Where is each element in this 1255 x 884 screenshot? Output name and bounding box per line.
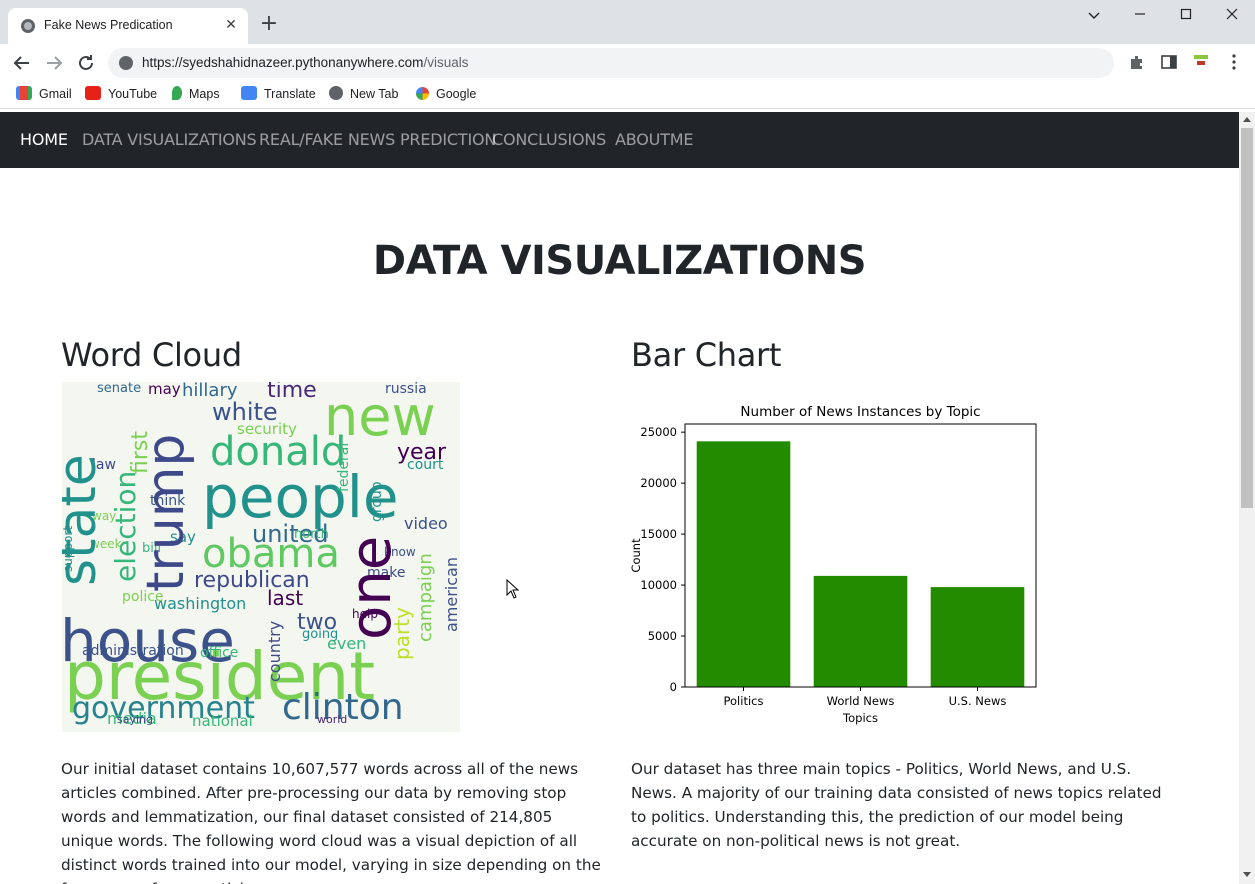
y-tick-label: 25000 [640, 425, 677, 439]
bookmark-label: YouTube [108, 87, 158, 101]
bookmark-label: New Tab [350, 87, 399, 101]
nav-data-visualizations[interactable]: DATA VISUALIZATIONS [82, 130, 257, 149]
extensions-puzzle-icon[interactable] [1128, 53, 1146, 71]
bar-chart: Politics World News U.S. News 0 5000 10000 150… [628, 398, 1048, 738]
google-icon [416, 87, 429, 100]
profile-avatar-icon[interactable] [1192, 53, 1210, 71]
address-bar[interactable]: https://syedshahidnazeer.pythonanywhere.… [108, 48, 1114, 78]
bookmark-google[interactable]: Google [416, 85, 476, 103]
url-text: https://syedshahidnazeer.pythonanywhere.… [142, 55, 468, 70]
bookmark-label: Maps [189, 87, 220, 101]
bar-world-news [813, 575, 908, 687]
scroll-up-icon[interactable] [1243, 117, 1251, 122]
gmail-icon [16, 86, 32, 100]
youtube-icon [85, 86, 101, 100]
page-scrollbar[interactable] [1239, 112, 1255, 884]
browser-tab-strip: Fake News Predication ✕ + [0, 0, 1255, 44]
maps-pin-icon [172, 86, 182, 100]
nav-conclusions[interactable]: CONCLUSIONS [492, 130, 606, 149]
site-navbar: HOME DATA VISUALIZATIONS REAL/FAKE NEWS … [0, 112, 1239, 168]
wordcloud-image: house president people new donald obama … [62, 382, 460, 732]
url-path: /visuals [423, 55, 469, 70]
site-info-icon[interactable] [119, 56, 133, 70]
close-tab-icon[interactable]: ✕ [222, 16, 240, 34]
bar-politics [696, 441, 791, 687]
bookmark-new-tab[interactable]: New Tab [329, 85, 398, 103]
minimize-button[interactable] [1120, 6, 1160, 26]
tab-search-icon[interactable] [1074, 6, 1114, 26]
tab-title: Fake News Predication [44, 18, 173, 32]
globe-icon [21, 19, 35, 33]
y-axis-label: Count [629, 538, 643, 573]
y-tick-label: 5000 [648, 629, 677, 643]
side-panel-icon[interactable] [1160, 53, 1178, 71]
wordcloud-heading: Word Cloud [61, 336, 242, 374]
browser-tab[interactable]: Fake News Predication ✕ [8, 8, 248, 44]
mouse-cursor-icon [506, 579, 520, 599]
maximize-button[interactable] [1166, 6, 1206, 26]
bookmark-translate[interactable]: Translate [241, 85, 316, 103]
bookmark-gmail[interactable]: Gmail [16, 85, 72, 103]
url-host: https://syedshahidnazeer.pythonanywhere.… [142, 55, 424, 70]
barchart-heading: Bar Chart [631, 336, 782, 374]
barchart-description: Our dataset has three main topics - Poli… [631, 760, 1162, 850]
translate-icon [241, 86, 257, 100]
bookmark-label: Gmail [39, 87, 72, 101]
more-menu-icon[interactable] [1225, 53, 1243, 71]
x-axis-label: Topics [842, 711, 878, 725]
bookmark-youtube[interactable]: YouTube [85, 85, 157, 103]
browser-toolbar: https://syedshahidnazeer.pythonanywhere.… [0, 44, 1255, 80]
bar-u-s-news [930, 587, 1025, 687]
x-tick-label: Politics [724, 694, 764, 708]
page-title: DATA VISUALIZATIONS [372, 238, 867, 284]
x-tick-label: World News [827, 694, 895, 708]
new-tab-button[interactable]: + [258, 13, 280, 35]
bar-chart-svg: Politics World News U.S. News 0 5000 10000 150… [629, 404, 1037, 725]
scrollbar-thumb[interactable] [1241, 128, 1253, 508]
bookmark-label: Google [436, 87, 477, 101]
bookmark-label: Translate [264, 87, 316, 101]
scroll-down-icon[interactable] [1243, 872, 1251, 877]
reload-icon[interactable] [74, 51, 98, 75]
nav-home[interactable]: HOME [20, 130, 68, 149]
globe-icon [329, 86, 343, 100]
y-tick-label: 0 [670, 680, 677, 694]
bookmark-maps[interactable]: Maps [172, 85, 220, 103]
page-viewport: HOME DATA VISUALIZATIONS REAL/FAKE NEWS … [0, 112, 1239, 884]
nav-aboutme[interactable]: ABOUTME [615, 130, 693, 149]
y-tick-label: 10000 [640, 578, 677, 592]
back-arrow-icon[interactable] [10, 51, 34, 75]
nav-prediction[interactable]: REAL/FAKE NEWS PREDICTION [259, 130, 496, 149]
forward-arrow-icon[interactable] [42, 51, 66, 75]
close-window-button[interactable] [1212, 6, 1252, 26]
x-tick-label: U.S. News [949, 694, 1007, 708]
y-tick-label: 15000 [640, 527, 677, 541]
wordcloud-description: Our initial dataset contains 10,607,577 … [61, 760, 601, 884]
y-tick-label: 20000 [640, 476, 677, 490]
chart-title: Number of News Instances by Topic [740, 404, 980, 420]
bookmarks-bar: Gmail YouTube Maps Translate New Tab Goo… [0, 80, 1255, 109]
